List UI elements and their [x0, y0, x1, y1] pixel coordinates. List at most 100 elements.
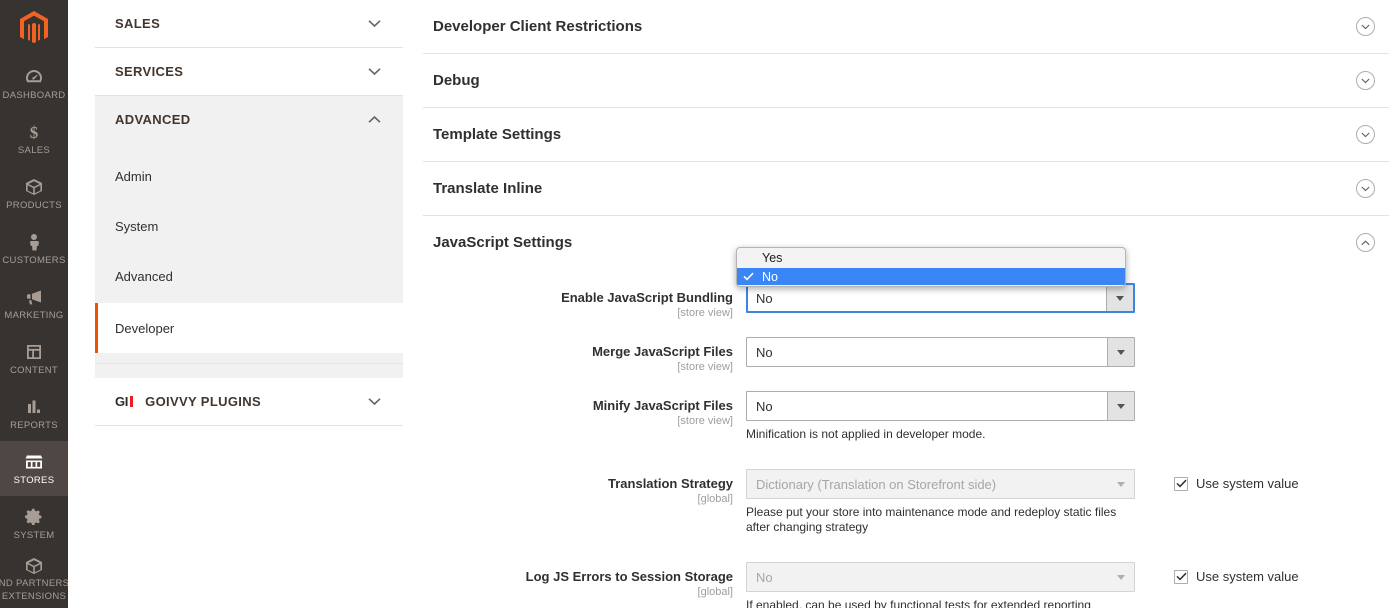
fieldset-header[interactable]: Template Settings	[423, 108, 1389, 161]
field-label: Merge JavaScript Files	[423, 344, 733, 359]
field-label-block: Merge JavaScript Files [store view]	[423, 337, 746, 374]
fieldset-title: Template Settings	[433, 126, 1356, 143]
chevron-up-circle-icon[interactable]	[1356, 233, 1375, 252]
select-value: No	[756, 345, 773, 360]
nav-label: STORES	[14, 475, 55, 486]
magento-logo[interactable]	[0, 0, 68, 56]
field-label: Translation Strategy	[423, 476, 733, 491]
fieldset-title: Developer Client Restrictions	[433, 18, 1356, 35]
field-control: No If enabled, can be used by functional…	[746, 562, 1135, 608]
dropdown-option-no[interactable]: No	[737, 268, 1125, 285]
enable-javascript-bundling-select[interactable]: No	[746, 283, 1135, 313]
chevron-down-circle-icon[interactable]	[1356, 71, 1375, 90]
sidebar-item-admin[interactable]: Admin	[95, 151, 403, 201]
nav-item-stores[interactable]: STORES	[0, 441, 68, 496]
nav-item-find-partners-extensions[interactable]: ND PARTNERS EXTENSIONS	[0, 551, 68, 606]
fieldset-developer-client-restrictions: Developer Client Restrictions	[423, 0, 1389, 53]
person-icon	[24, 232, 44, 252]
chevron-down-circle-icon[interactable]	[1356, 125, 1375, 144]
nav-item-reports[interactable]: REPORTS	[0, 386, 68, 441]
fieldset-translate-inline: Translate Inline	[423, 161, 1389, 215]
nav-label: MARKETING	[4, 310, 63, 321]
nav-label: SYSTEM	[14, 530, 55, 541]
sidebar-item-advanced[interactable]: Advanced	[95, 251, 403, 301]
nav-item-customers[interactable]: CUSTOMERS	[0, 221, 68, 276]
field-scope: [store view]	[423, 306, 733, 320]
chevron-down-icon	[368, 397, 381, 406]
nav-item-marketing[interactable]: MARKETING	[0, 276, 68, 331]
nav-label: ND PARTNERS	[0, 579, 68, 589]
nav-item-dashboard[interactable]: DASHBOARD	[0, 56, 68, 111]
nav-label: PRODUCTS	[6, 200, 62, 211]
config-main: Developer Client Restrictions Debug Temp…	[410, 0, 1389, 608]
fieldset-title: Translate Inline	[433, 180, 1356, 197]
admin-page: DASHBOARD $ SALES PRODUCTS CUSTOMERS MAR…	[0, 0, 1389, 608]
sidebar-section-header-goivvy-plugins[interactable]: GI GOIVVY PLUGINS	[95, 378, 403, 425]
field-note: If enabled, can be used by functional te…	[746, 598, 1135, 608]
fieldset-header[interactable]: Translate Inline	[423, 162, 1389, 215]
chevron-up-icon	[368, 115, 381, 124]
dropdown-option-label: Yes	[758, 251, 782, 265]
storefront-icon	[23, 452, 45, 472]
minify-javascript-files-select[interactable]: No	[746, 391, 1135, 421]
nav-label: SALES	[18, 145, 50, 156]
magento-logo-icon	[19, 11, 49, 45]
nav-label: CONTENT	[10, 365, 58, 376]
field-scope: [global]	[423, 492, 733, 506]
use-system-value-translation-strategy[interactable]: Use system value	[1174, 469, 1299, 491]
goivvy-logo-text: GI	[115, 394, 128, 409]
sidebar-section-header-sales[interactable]: SALES	[95, 0, 403, 47]
field-row-enable-javascript-bundling: Enable JavaScript Bundling [store view] …	[423, 283, 1389, 320]
dropdown-option-yes[interactable]: Yes	[737, 249, 1125, 266]
translation-strategy-select: Dictionary (Translation on Storefront si…	[746, 469, 1135, 499]
field-control: No	[746, 283, 1135, 313]
select-value: No	[756, 570, 773, 585]
goivvy-logo-bar	[130, 396, 133, 407]
chevron-down-icon	[368, 67, 381, 76]
nav-item-content[interactable]: CONTENT	[0, 331, 68, 386]
select-arrow-icon	[1107, 338, 1134, 366]
field-label-block: Log JS Errors to Session Storage [global…	[423, 562, 746, 599]
use-system-value-log-js-errors[interactable]: Use system value	[1174, 562, 1299, 584]
sidebar-section-label: GOIVVY PLUGINS	[145, 394, 368, 409]
sidebar-item-system[interactable]: System	[95, 201, 403, 251]
config-sidebar: SALES SERVICES ADVANCED	[68, 0, 410, 608]
field-label-block: Minify JavaScript Files [store view]	[423, 391, 746, 428]
sidebar-subitems-advanced: Admin System Advanced Developer	[95, 143, 403, 363]
sidebar-section-label: SERVICES	[115, 64, 368, 79]
select-arrow-icon	[1107, 392, 1134, 420]
select-arrow-icon	[1106, 285, 1133, 311]
fieldset-header[interactable]: Developer Client Restrictions	[423, 0, 1389, 53]
dashboard-icon	[24, 67, 44, 87]
field-control: No	[746, 337, 1135, 367]
enable-javascript-bundling-dropdown[interactable]: Yes No	[736, 247, 1126, 287]
chevron-down-icon	[368, 19, 381, 28]
fieldset-header[interactable]: Debug	[423, 54, 1389, 107]
checkbox-checked-icon[interactable]	[1174, 570, 1188, 584]
sidebar-section-header-advanced[interactable]: ADVANCED	[95, 96, 403, 143]
layout-icon	[24, 342, 44, 362]
field-scope: [global]	[423, 585, 733, 599]
nav-label: DASHBOARD	[3, 90, 66, 101]
checkbox-checked-icon[interactable]	[1174, 477, 1188, 491]
sidebar-section-label: SALES	[115, 16, 368, 31]
nav-label: CUSTOMERS	[2, 255, 65, 266]
field-row-log-js-errors-to-session-storage: Log JS Errors to Session Storage [global…	[423, 562, 1389, 608]
nav-item-sales[interactable]: $ SALES	[0, 111, 68, 166]
field-label: Enable JavaScript Bundling	[423, 290, 733, 305]
field-row-minify-javascript-files: Minify JavaScript Files [store view] No …	[423, 391, 1389, 442]
sidebar-section-goivvy-plugins: GI GOIVVY PLUGINS	[95, 378, 403, 426]
sidebar-item-developer[interactable]: Developer	[95, 303, 403, 353]
chevron-down-circle-icon[interactable]	[1356, 179, 1375, 198]
nav-label: REPORTS	[10, 420, 58, 431]
dollar-icon: $	[24, 122, 44, 142]
sidebar-section-header-services[interactable]: SERVICES	[95, 48, 403, 95]
chevron-down-circle-icon[interactable]	[1356, 17, 1375, 36]
nav-item-products[interactable]: PRODUCTS	[0, 166, 68, 221]
nav-item-system[interactable]: SYSTEM	[0, 496, 68, 551]
nav-label-2: EXTENSIONS	[2, 592, 66, 602]
sidebar-section-services: SERVICES	[95, 48, 403, 96]
merge-javascript-files-select[interactable]: No	[746, 337, 1135, 367]
fieldset-body: Enable JavaScript Bundling [store view] …	[423, 283, 1389, 608]
sidebar-section-advanced: ADVANCED Admin System Advanced	[95, 96, 403, 364]
